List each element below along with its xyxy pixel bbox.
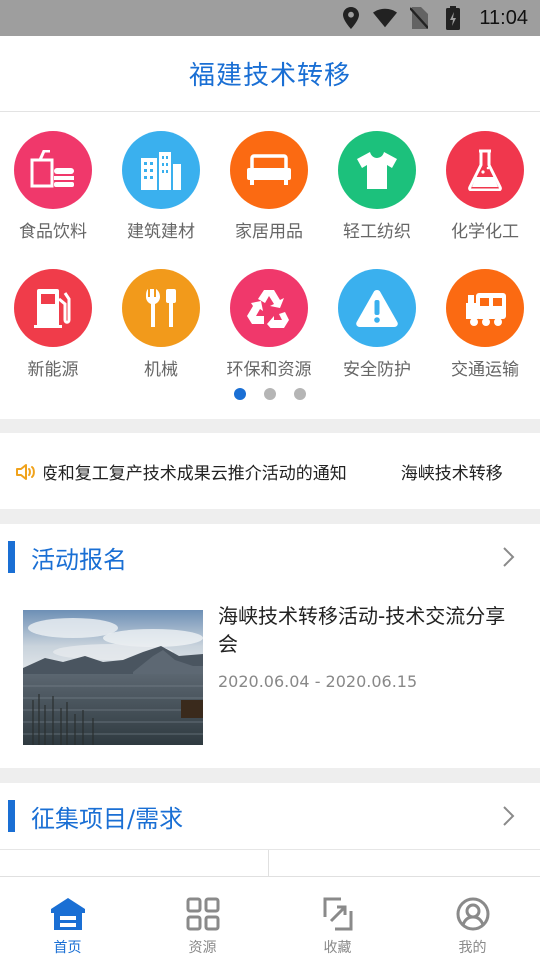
- page-dot-active[interactable]: [234, 388, 246, 400]
- tab-label: 收藏: [323, 940, 352, 956]
- collect-section-header[interactable]: 征集项目/需求: [0, 783, 540, 849]
- tab-resources[interactable]: 资源: [135, 877, 270, 960]
- activity-section: 活动报名 海峡技术转移活动-技术交流分享会 2020.06.04 - 2020.…: [0, 524, 540, 768]
- page-title: 福建技术转移: [188, 61, 351, 91]
- category-label: 环保和资源: [226, 360, 312, 380]
- profile-icon: [454, 895, 492, 933]
- page-dot[interactable]: [294, 388, 306, 400]
- notice-marquee[interactable]: i疫和复工复产技术成果云推介活动的通知 海峡技术转移: [0, 433, 540, 509]
- category-grid: 食品饮料 建筑建材 家居用品 轻工纺织 化学化工 新能源 机械 环保和资源 安全…: [0, 112, 540, 419]
- activity-date: 2020.06.04 - 2020.06.15: [218, 672, 418, 691]
- notice-item[interactable]: 海峡技术转移: [401, 459, 503, 484]
- activity-section-header[interactable]: 活动报名: [0, 524, 540, 590]
- wifi-icon: [373, 6, 398, 30]
- column-divider: [268, 850, 269, 878]
- tools-icon: [122, 269, 200, 347]
- bottom-tab-bar: 首页 资源 收藏 我的: [0, 876, 540, 960]
- category-label: 化学化工: [451, 222, 519, 242]
- recycle-icon: [230, 269, 308, 347]
- category-safety[interactable]: 安全防护: [323, 269, 431, 380]
- collect-icon: [319, 895, 357, 933]
- category-label: 轻工纺织: [343, 222, 411, 242]
- category-label: 安全防护: [343, 360, 411, 380]
- category-new-energy[interactable]: 新能源: [0, 269, 107, 380]
- app-header: 福建技术转移: [0, 36, 540, 112]
- tab-home[interactable]: 首页: [0, 877, 135, 960]
- chevron-right-icon[interactable]: [502, 805, 516, 827]
- status-bar: 11:04: [0, 0, 540, 36]
- sofa-icon: [230, 131, 308, 209]
- collect-section: 征集项目/需求: [0, 783, 540, 878]
- battery-icon: [441, 6, 465, 30]
- category-home[interactable]: 家居用品: [215, 131, 323, 242]
- category-label: 食品饮料: [19, 222, 87, 242]
- flask-icon: [446, 131, 524, 209]
- tshirt-icon: [338, 131, 416, 209]
- category-label: 建筑建材: [127, 222, 195, 242]
- tab-label: 首页: [53, 940, 82, 956]
- category-label: 机械: [144, 360, 178, 380]
- category-machinery[interactable]: 机械: [107, 269, 215, 380]
- tab-label: 我的: [458, 940, 487, 956]
- page-indicator[interactable]: [0, 388, 540, 400]
- activity-thumbnail: [23, 610, 203, 745]
- section-accent-bar: [8, 800, 15, 832]
- category-label: 新能源: [27, 360, 79, 380]
- category-label: 家居用品: [235, 222, 303, 242]
- notice-track: i疫和复工复产技术成果云推介活动的通知 海峡技术转移: [44, 459, 540, 485]
- category-chemical[interactable]: 化学化工: [431, 131, 539, 242]
- warning-icon: [338, 269, 416, 347]
- section-title: 活动报名: [31, 545, 127, 574]
- location-icon: [339, 6, 363, 30]
- section-title: 征集项目/需求: [31, 804, 184, 833]
- category-textile[interactable]: 轻工纺织: [323, 131, 431, 242]
- page-dot[interactable]: [264, 388, 276, 400]
- category-label: 交通运输: [451, 360, 519, 380]
- fuel-pump-icon: [14, 269, 92, 347]
- chevron-right-icon[interactable]: [502, 546, 516, 568]
- activity-title[interactable]: 海峡技术转移活动-技术交流分享会: [218, 602, 518, 658]
- tab-favorites[interactable]: 收藏: [270, 877, 405, 960]
- activity-card[interactable]: 海峡技术转移活动-技术交流分享会 2020.06.04 - 2020.06.15: [0, 590, 540, 768]
- category-food-drink[interactable]: 食品饮料: [0, 131, 107, 242]
- food-drink-icon: [14, 131, 92, 209]
- tab-profile[interactable]: 我的: [405, 877, 540, 960]
- category-transport[interactable]: 交通运输: [431, 269, 539, 380]
- no-sim-icon: [407, 6, 431, 30]
- notice-item[interactable]: i疫和复工复产技术成果云推介活动的通知: [44, 459, 347, 484]
- section-accent-bar: [8, 541, 15, 573]
- home-icon: [49, 895, 87, 933]
- building-icon: [122, 131, 200, 209]
- category-environment[interactable]: 环保和资源: [215, 269, 323, 380]
- speaker-icon: [14, 460, 38, 484]
- tab-label: 资源: [188, 940, 217, 956]
- collect-columns: [0, 849, 540, 878]
- train-icon: [446, 269, 524, 347]
- grid-icon: [184, 895, 222, 933]
- clock: 11:04: [479, 6, 528, 29]
- category-building[interactable]: 建筑建材: [107, 131, 215, 242]
